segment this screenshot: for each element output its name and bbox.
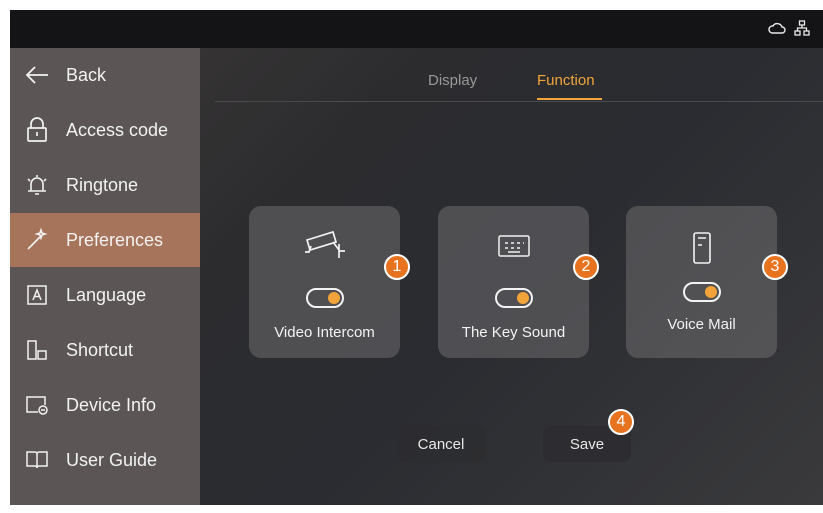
bell-icon	[22, 172, 52, 198]
sidebar-item-label: Device Info	[66, 394, 157, 415]
toggle-knob	[327, 292, 340, 304]
lock-icon	[22, 117, 52, 143]
sidebar-item-label: Preferences	[66, 229, 164, 250]
sidebar-item-back[interactable]: Back	[10, 48, 200, 102]
badge-1: 1	[384, 254, 410, 280]
camera-icon	[249, 226, 400, 266]
sidebar-item-label: Language	[66, 284, 147, 305]
sidebar-item-label: Ringtone	[66, 174, 139, 195]
device-info-icon	[22, 392, 52, 418]
magic-wand-icon	[22, 227, 52, 253]
tab-divider	[215, 101, 823, 102]
sidebar-item-label: User Guide	[66, 449, 158, 470]
status-icons	[768, 20, 810, 41]
sidebar-item-label: Shortcut	[66, 339, 134, 360]
tab-display[interactable]: Display	[428, 72, 477, 89]
badge-2: 2	[573, 254, 599, 280]
sidebar-item-ringtone[interactable]: Ringtone	[10, 158, 200, 212]
tab-active-indicator	[537, 98, 602, 100]
sidebar-item-user-guide[interactable]: User Guide	[10, 433, 200, 487]
book-icon	[22, 447, 52, 473]
sidebar-item-preferences[interactable]: Preferences	[10, 213, 200, 267]
card-video-intercom[interactable]: Video Intercom	[249, 206, 400, 358]
card-voice-mail[interactable]: Voice Mail	[626, 206, 777, 358]
shortcut-icon	[22, 337, 52, 363]
sidebar-item-language[interactable]: Language	[10, 268, 200, 322]
sidebar: Back Access code Ringtone Preferences La	[10, 48, 200, 505]
key-sound-toggle[interactable]	[494, 288, 533, 308]
keyboard-icon	[438, 226, 589, 266]
card-label: Video Intercom	[274, 324, 375, 341]
voicemail-icon	[626, 228, 777, 268]
sidebar-item-label: Access code	[66, 119, 169, 140]
cloud-icon	[768, 21, 786, 40]
card-label: The Key Sound	[461, 324, 566, 341]
badge-3: 3	[762, 254, 788, 280]
device-screen: Back Access code Ringtone Preferences La	[10, 10, 823, 505]
cancel-button[interactable]: Cancel	[396, 426, 486, 462]
voice-mail-toggle[interactable]	[682, 282, 721, 302]
language-icon	[22, 282, 52, 308]
sidebar-item-access-code[interactable]: Access code	[10, 103, 200, 157]
tab-function[interactable]: Function	[537, 72, 595, 89]
badge-4: 4	[608, 409, 634, 435]
network-icon	[794, 20, 810, 41]
toggle-knob	[704, 286, 717, 298]
sidebar-item-shortcut[interactable]: Shortcut	[10, 323, 200, 377]
video-intercom-toggle[interactable]	[305, 288, 344, 308]
toggle-knob	[516, 292, 529, 304]
tab-bar: Display Function	[215, 48, 823, 106]
sidebar-item-label: Back	[66, 64, 107, 85]
back-arrow-icon	[22, 62, 52, 88]
sidebar-item-device-info[interactable]: Device Info	[10, 378, 200, 432]
card-key-sound[interactable]: The Key Sound	[438, 206, 589, 358]
status-bar	[10, 10, 823, 48]
card-label: Voice Mail	[667, 316, 736, 333]
